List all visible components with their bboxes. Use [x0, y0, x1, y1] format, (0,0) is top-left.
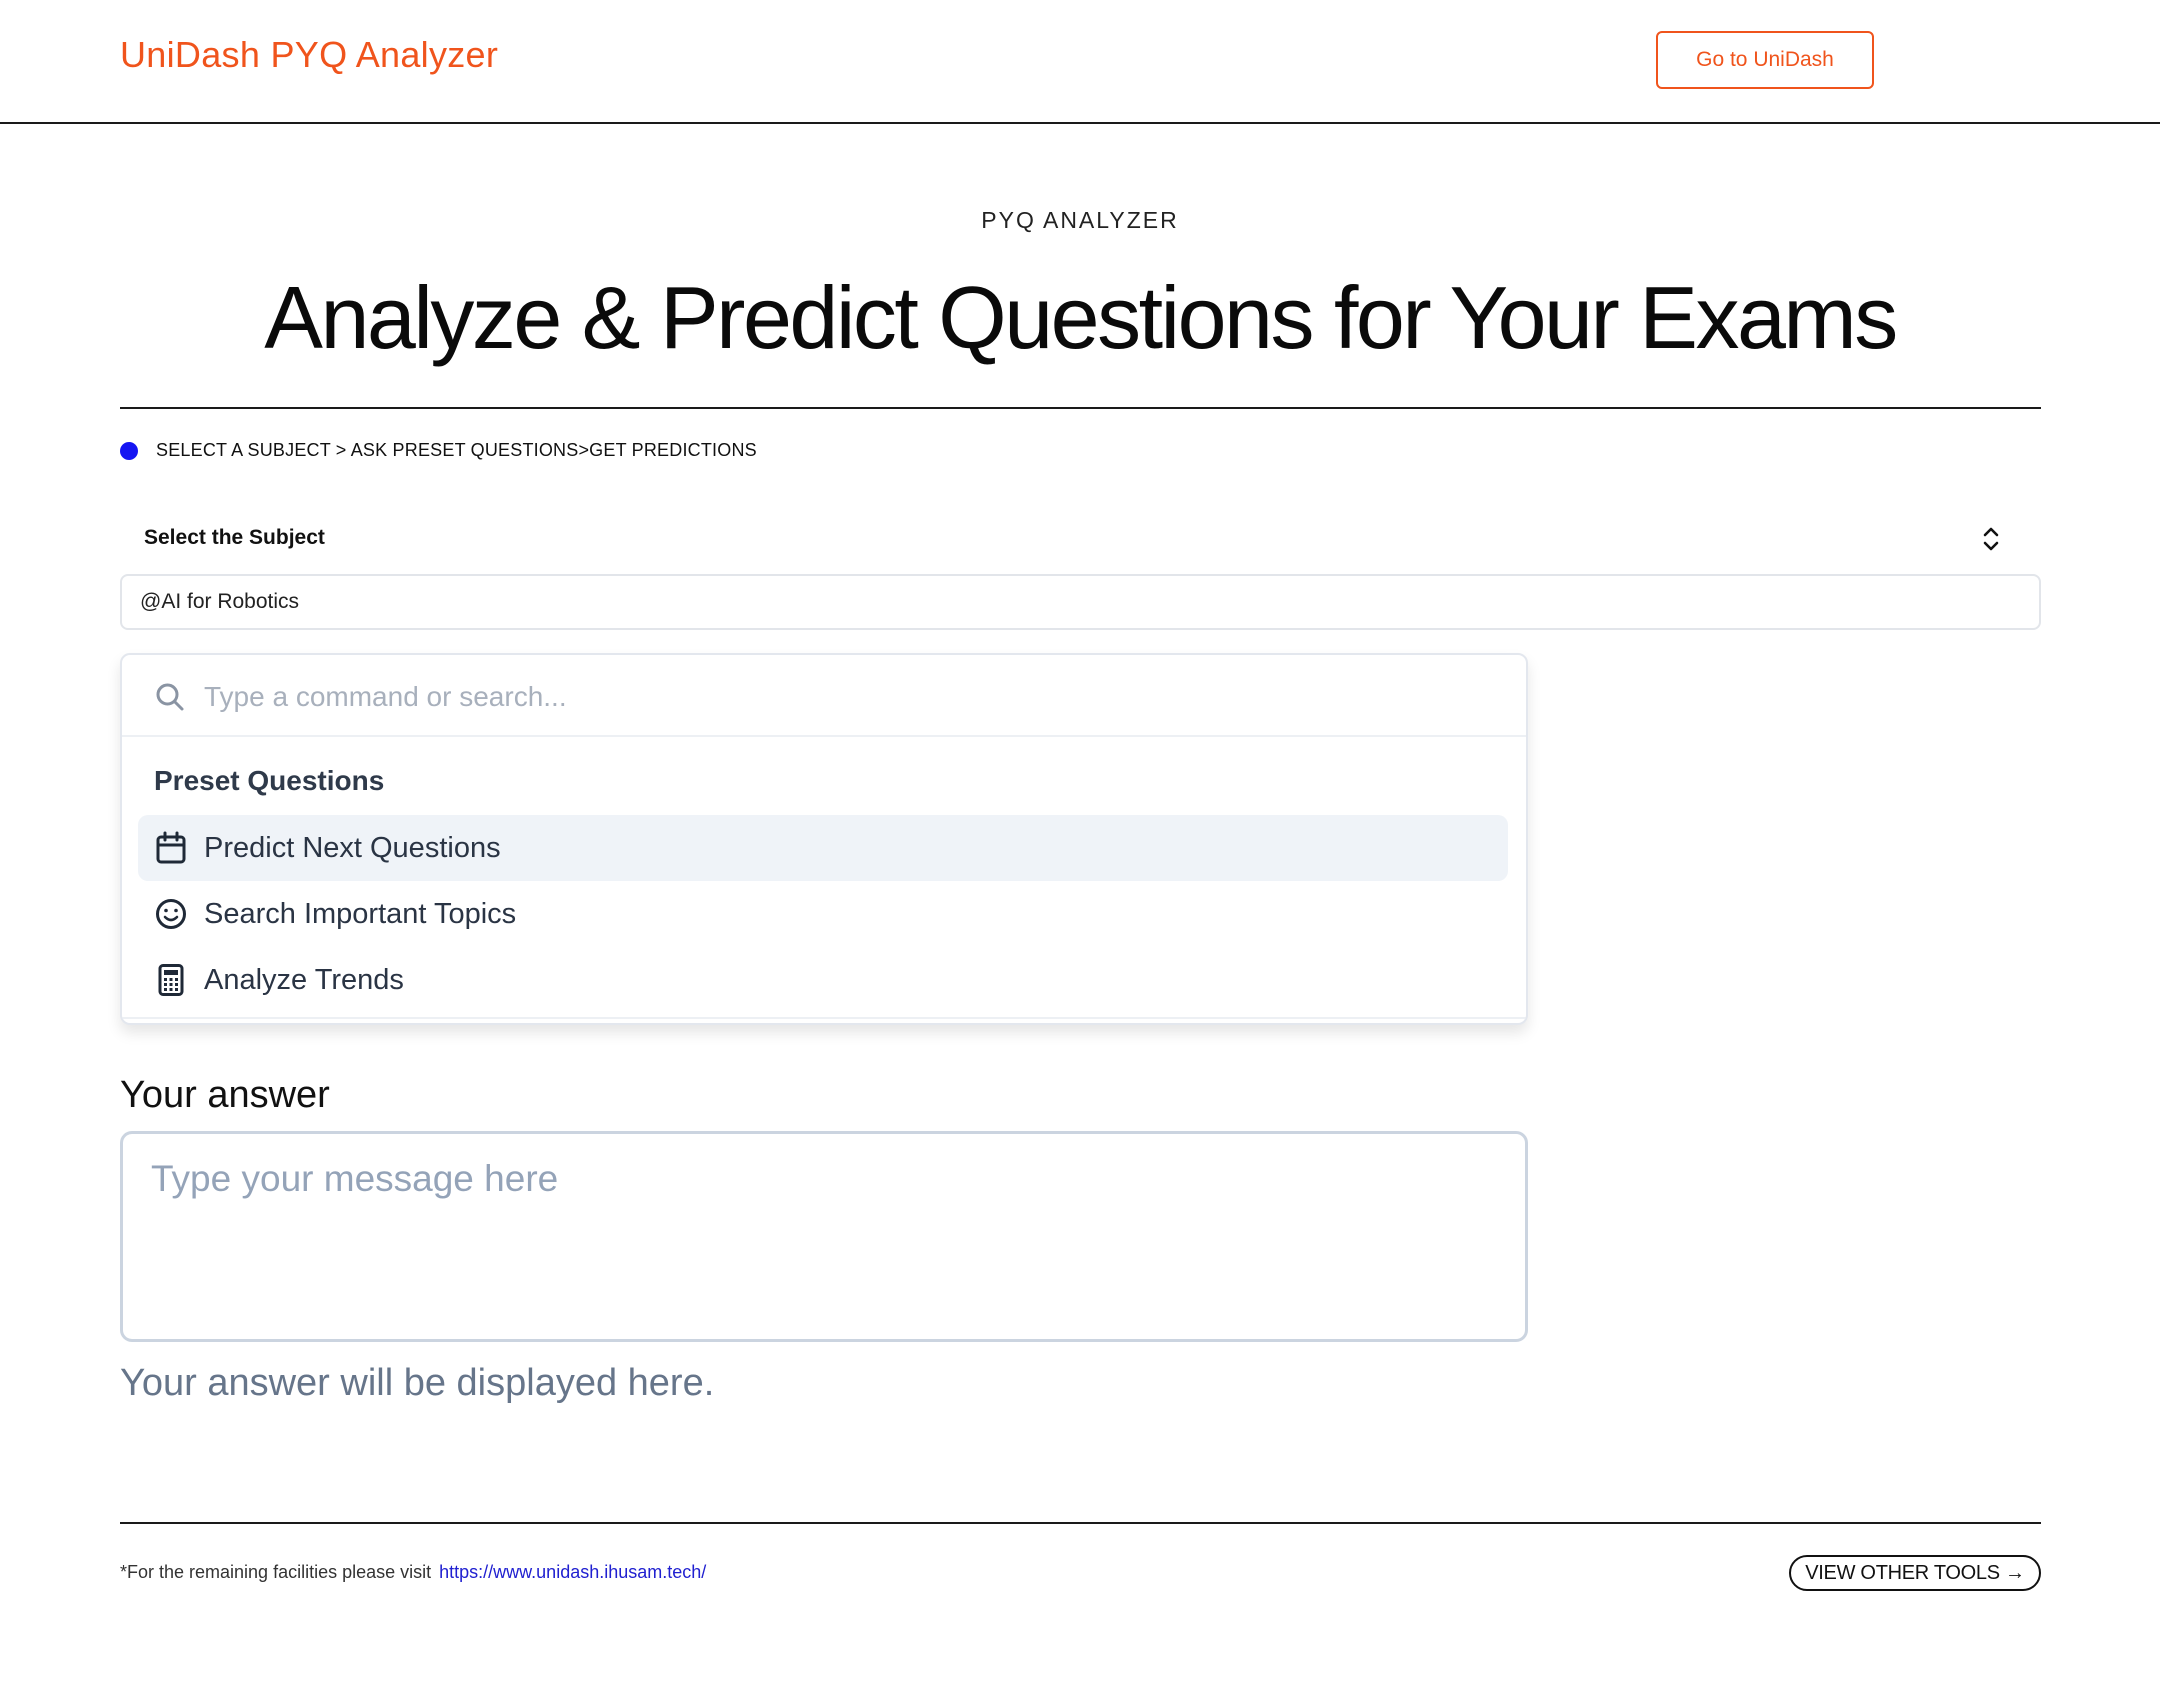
steps-text: SELECT A SUBJECT > ASK PRESET QUESTIONS>…	[156, 440, 757, 460]
subject-select[interactable]: @AI for Robotics	[120, 574, 2041, 630]
subject-label: Select the Subject	[144, 526, 325, 549]
answer-output: Your answer will be displayed here.	[120, 1362, 715, 1404]
search-icon	[156, 683, 184, 711]
answer-textarea[interactable]	[120, 1131, 1528, 1342]
step-dot-icon	[120, 441, 138, 460]
divider	[120, 407, 2041, 409]
footer-note-text: *For the remaining facilities please vis…	[120, 1562, 432, 1582]
item-label: Predict Next Questions	[204, 831, 501, 864]
palette-bottom-divider	[122, 1017, 1526, 1019]
unidash-link[interactable]: https://www.unidash.ihusam.tech/	[439, 1562, 706, 1582]
smile-icon	[156, 899, 186, 929]
item-analyze-trends[interactable]: Analyze Trends	[138, 947, 1508, 1013]
preset-questions-heading: Preset Questions	[154, 765, 385, 796]
view-other-tools-button[interactable]: VIEW OTHER TOOLS →	[1789, 1555, 2041, 1591]
item-predict-next-questions[interactable]: Predict Next Questions	[138, 815, 1508, 881]
footer-note: *For the remaining facilities please vis…	[120, 1562, 706, 1583]
command-search-input[interactable]	[202, 673, 1486, 721]
calculator-icon	[158, 964, 184, 996]
page-title: Analyze & Predict Questions for Your Exa…	[264, 268, 1898, 367]
chevrons-up-down-icon[interactable]	[1980, 526, 2002, 552]
go-to-unidash-button[interactable]: Go to UniDash	[1656, 31, 1874, 89]
steps-breadcrumb: SELECT A SUBJECT > ASK PRESET QUESTIONS>…	[120, 440, 757, 461]
brand-title[interactable]: UniDash PYQ Analyzer	[120, 34, 498, 76]
item-label: Analyze Trends	[204, 963, 404, 996]
command-palette: Preset Questions Predict Next Questions …	[120, 653, 1528, 1025]
footer-divider	[120, 1522, 2041, 1524]
page-eyebrow: PYQ ANALYZER	[981, 207, 1179, 233]
item-search-important-topics[interactable]: Search Important Topics	[138, 881, 1508, 947]
top-header: UniDash PYQ Analyzer Go to UniDash	[0, 0, 2160, 124]
palette-search-bar	[122, 655, 1526, 737]
calendar-icon	[156, 831, 186, 864]
answer-heading: Your answer	[120, 1074, 330, 1116]
item-label: Search Important Topics	[204, 897, 517, 930]
